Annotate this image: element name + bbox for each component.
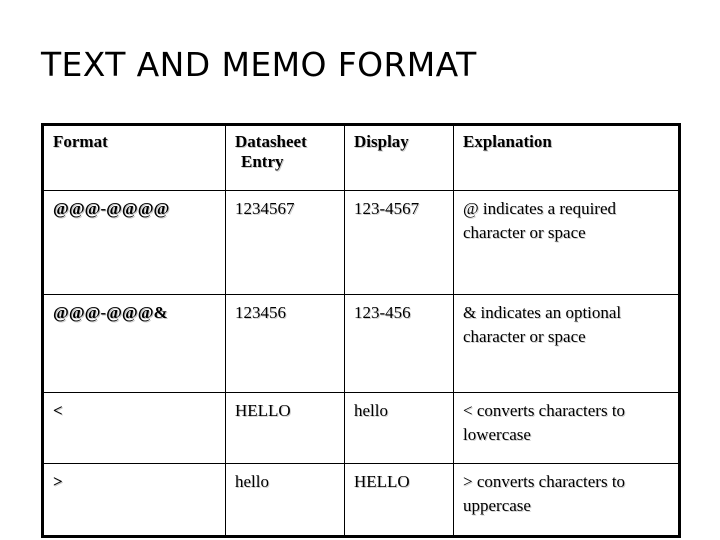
table-row: @@@-@@@@ 1234567 123-4567 @ indicates a …	[42, 190, 680, 295]
table-header: Format Datasheet Entry Display Explanati…	[42, 124, 680, 191]
column-header-display: Display	[344, 124, 454, 191]
cell-explanation: @ indicates a required character or spac…	[453, 190, 680, 295]
cell-datasheet-entry: 123456	[225, 294, 345, 393]
cell-explanation: < converts characters to lowercase	[453, 392, 680, 464]
cell-display: hello	[344, 392, 454, 464]
column-header-explanation-label: Explanation	[463, 132, 552, 151]
table-row: < HELLO hello < converts characters to l…	[42, 392, 680, 464]
cell-format: @@@-@@@@	[42, 190, 226, 295]
cell-explanation: > converts characters to uppercase	[453, 463, 680, 537]
column-header-explanation: Explanation	[453, 124, 680, 191]
table-header-row: Format Datasheet Entry Display Explanati…	[42, 124, 680, 191]
column-header-format-label: Format	[53, 132, 108, 151]
cell-format: >	[42, 463, 226, 537]
cell-format: @@@-@@@&	[42, 294, 226, 393]
column-header-datasheet-label: Datasheet	[235, 132, 307, 151]
page-title: TEXT AND MEMO FORMAT	[41, 45, 477, 84]
table-row: @@@-@@@& 123456 123-456 & indicates an o…	[42, 294, 680, 393]
cell-datasheet-entry: HELLO	[225, 392, 345, 464]
cell-format: <	[42, 392, 226, 464]
table-body: @@@-@@@@ 1234567 123-4567 @ indicates a …	[42, 190, 680, 537]
column-header-display-label: Display	[354, 132, 409, 151]
cell-datasheet-entry: 1234567	[225, 190, 345, 295]
slide-canvas: TEXT AND MEMO FORMAT Format Datasheet En…	[0, 0, 720, 540]
cell-display: 123-456	[344, 294, 454, 393]
cell-display: 123-4567	[344, 190, 454, 295]
table-row: > hello HELLO > converts characters to u…	[42, 463, 680, 537]
text-memo-format-table: Format Datasheet Entry Display Explanati…	[41, 123, 681, 538]
cell-datasheet-entry: hello	[225, 463, 345, 537]
column-header-format: Format	[42, 124, 226, 191]
column-header-entry-label: Entry	[241, 152, 284, 172]
column-header-datasheet-entry: Datasheet Entry	[225, 124, 345, 191]
cell-explanation: & indicates an optional character or spa…	[453, 294, 680, 393]
cell-display: HELLO	[344, 463, 454, 537]
